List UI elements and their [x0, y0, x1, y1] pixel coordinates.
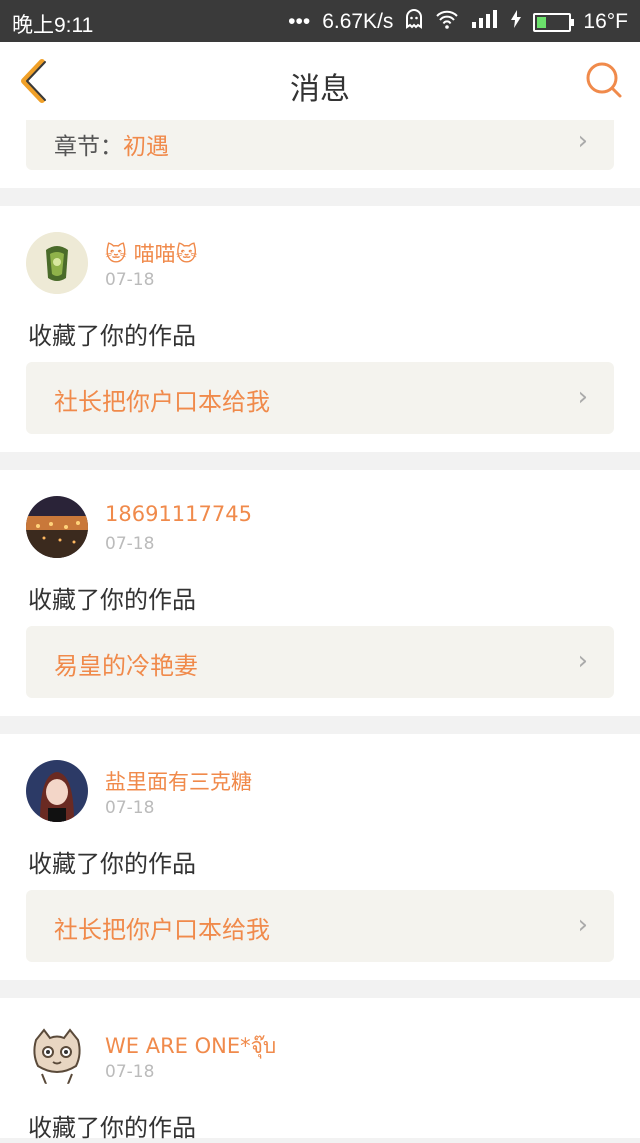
message-date: 07-18: [105, 1062, 155, 1082]
work-title: 易皇的冷艳妻: [54, 652, 198, 680]
chevron-right-icon: ›: [577, 126, 588, 156]
message-card: 盐里面有三克糖 07-18 收藏了你的作品 社长把你户口本给我 ›: [0, 734, 640, 980]
status-temperature: 16°F: [583, 10, 628, 33]
message-date: 07-18: [105, 270, 155, 290]
action-text: 收藏了你的作品: [28, 322, 196, 350]
chapter-name: 初遇: [123, 134, 169, 160]
avatar[interactable]: [26, 496, 88, 558]
girl-avatar-icon: [26, 760, 88, 822]
status-time: 晚上9:11: [12, 14, 94, 37]
chapter-link[interactable]: 章节：初遇 ›: [26, 120, 614, 170]
status-right: ••• 6.67K/s 16°F: [288, 9, 628, 35]
action-text: 收藏了你的作品: [28, 850, 196, 878]
search-icon: [586, 62, 622, 98]
chevron-right-icon: ›: [577, 646, 588, 676]
message-card: WE ARE ONE*จุ๊บ 07-18 收藏了你的作品: [0, 998, 640, 1142]
signal-icon: [471, 10, 499, 34]
username[interactable]: WE ARE ONE*จุ๊บ: [105, 1030, 276, 1063]
status-dots: •••: [288, 10, 311, 33]
work-title: 社长把你户口本给我: [54, 388, 270, 416]
city-night-avatar-icon: [26, 496, 88, 558]
plant-avatar-icon: [26, 232, 88, 294]
chevron-right-icon: ›: [577, 910, 588, 940]
username[interactable]: 18691117745: [105, 502, 252, 526]
page-title: 消息: [290, 72, 350, 107]
work-link[interactable]: 社长把你户口本给我 ›: [26, 890, 614, 962]
search-button[interactable]: [584, 60, 624, 100]
avatar[interactable]: [26, 1024, 88, 1086]
avatar[interactable]: [26, 232, 88, 294]
action-text: 收藏了你的作品: [28, 586, 196, 614]
message-card-partial: 章节：初遇 ›: [0, 120, 640, 188]
cat-avatar-icon: [26, 1024, 88, 1086]
message-date: 07-18: [105, 534, 155, 554]
message-card: 18691117745 07-18 收藏了你的作品 易皇的冷艳妻 ›: [0, 470, 640, 716]
avatar[interactable]: [26, 760, 88, 822]
battery-icon: [533, 12, 575, 32]
message-card: 🐱 喵喵🐱 07-18 收藏了你的作品 社长把你户口本给我 ›: [0, 206, 640, 452]
work-title: 社长把你户口本给我: [54, 916, 270, 944]
nav-bar: 消息: [0, 42, 640, 121]
username[interactable]: 🐱 喵喵🐱: [105, 238, 197, 268]
message-date: 07-18: [105, 798, 155, 818]
charging-icon: [511, 10, 522, 34]
chapter-prefix: 章节：: [54, 134, 123, 160]
chevron-right-icon: ›: [577, 382, 588, 412]
username[interactable]: 盐里面有三克糖: [105, 766, 252, 796]
status-bar: 晚上9:11 ••• 6.67K/s 16°F: [0, 0, 640, 42]
wifi-icon: [435, 9, 459, 35]
work-link[interactable]: 社长把你户口本给我 ›: [26, 362, 614, 434]
ghost-icon: [405, 9, 423, 35]
work-link[interactable]: 易皇的冷艳妻 ›: [26, 626, 614, 698]
chapter-label: 章节：初遇: [54, 127, 169, 161]
network-speed: 6.67K/s: [322, 10, 394, 33]
